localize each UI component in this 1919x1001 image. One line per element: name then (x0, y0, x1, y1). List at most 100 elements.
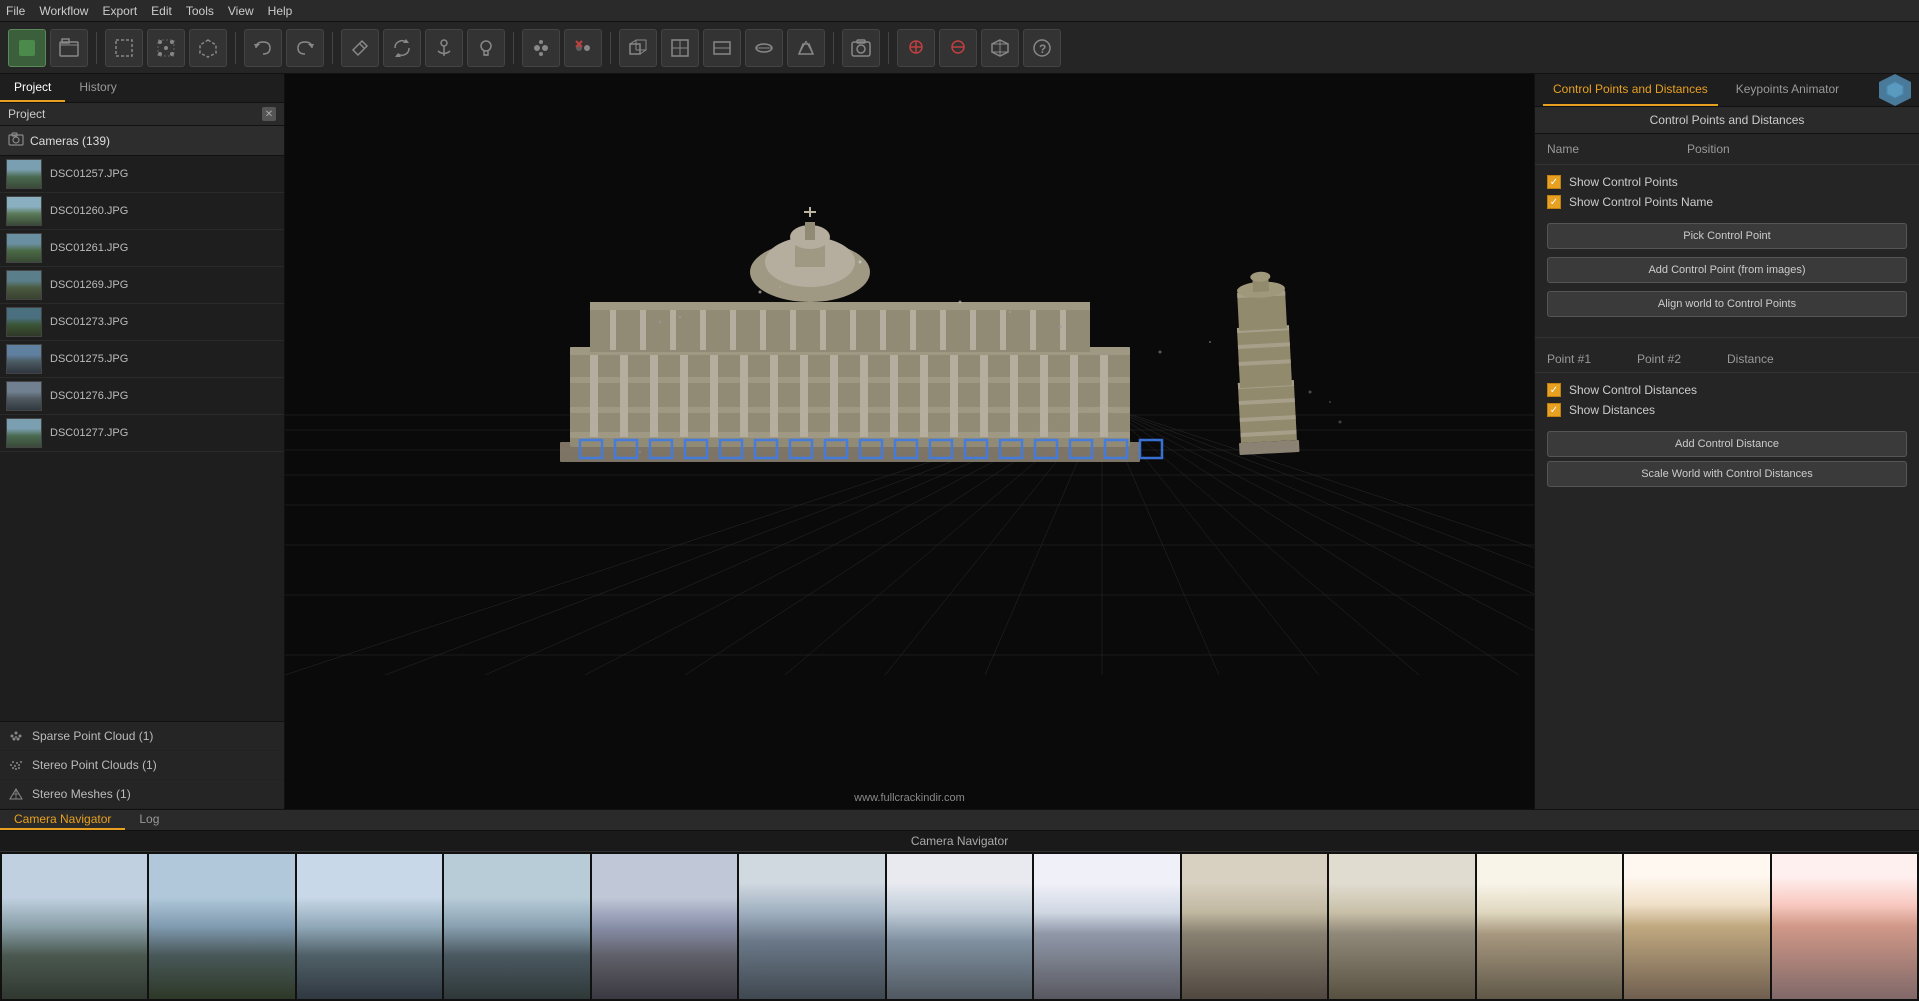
redo-button[interactable] (286, 29, 324, 67)
menu-help[interactable]: Help (268, 4, 293, 18)
show-cp-name-label: Show Control Points Name (1569, 195, 1713, 209)
camera-icon (8, 131, 24, 150)
dist-col-pt2: Point #2 (1637, 352, 1717, 366)
open-button[interactable] (50, 29, 88, 67)
show-cp-name-row[interactable]: Show Control Points Name (1547, 195, 1907, 209)
sep3 (332, 32, 333, 64)
list-item[interactable]: DSC01276.JPG (0, 378, 284, 415)
nav-thumb-1[interactable] (149, 854, 294, 999)
sparse-cloud-item[interactable]: Sparse Point Cloud (1) (0, 722, 284, 751)
dist-checkboxes: Show Control Distances Show Distances (1535, 373, 1919, 427)
view-top-button[interactable] (745, 29, 783, 67)
show-cp-checkbox[interactable] (1547, 175, 1561, 189)
list-item[interactable]: DSC01277.JPG (0, 415, 284, 452)
refresh-button[interactable] (383, 29, 421, 67)
tab-control-points[interactable]: Control Points and Distances (1543, 74, 1718, 106)
nav-thumb-6[interactable] (887, 854, 1032, 999)
tab-history[interactable]: History (65, 74, 130, 102)
nav-thumb-5[interactable] (739, 854, 884, 999)
add-cp-images-button[interactable]: Add Control Point (from images) (1547, 257, 1907, 283)
undo-button[interactable] (244, 29, 282, 67)
del-marker-button[interactable] (939, 29, 977, 67)
sep1 (96, 32, 97, 64)
view-persp-button[interactable] (787, 29, 825, 67)
nav-thumb-0[interactable] (2, 854, 147, 999)
camera-navigator: Camera Navigator (0, 831, 1919, 1001)
menu-workflow[interactable]: Workflow (39, 4, 88, 18)
menu-tools[interactable]: Tools (186, 4, 214, 18)
viewport[interactable]: www.fullcrackindir.com (285, 74, 1534, 809)
menu-export[interactable]: Export (102, 4, 137, 18)
tab-project[interactable]: Project (0, 74, 65, 102)
cameras-section[interactable]: Cameras (139) (0, 126, 284, 156)
list-item[interactable]: DSC01275.JPG (0, 341, 284, 378)
show-cd-checkbox[interactable] (1547, 383, 1561, 397)
anchor-button[interactable] (425, 29, 463, 67)
list-item[interactable]: DSC01269.JPG (0, 267, 284, 304)
dist-col-pt1: Point #1 (1547, 352, 1627, 366)
nav-thumb-7[interactable] (1034, 854, 1179, 999)
menu-edit[interactable]: Edit (151, 4, 172, 18)
dist-col-dist: Distance (1727, 352, 1907, 366)
cam-nav-strip[interactable] (0, 852, 1919, 1001)
hexagon-button[interactable] (1879, 74, 1911, 106)
new-button[interactable] (8, 29, 46, 67)
view-front-button[interactable] (661, 29, 699, 67)
list-item[interactable]: DSC01257.JPG (0, 156, 284, 193)
menu-file[interactable]: File (6, 4, 25, 18)
box-view-button[interactable] (619, 29, 657, 67)
left-panel: Project History Project ✕ Cameras (139) … (0, 74, 285, 809)
stereo-cloud-item[interactable]: Stereo Point Clouds (1) (0, 751, 284, 780)
nav-thumb-10[interactable] (1477, 854, 1622, 999)
add-pts-button[interactable] (522, 29, 560, 67)
nav-thumb-3[interactable] (444, 854, 589, 999)
select-rect-button[interactable] (105, 29, 143, 67)
bulb-button[interactable] (467, 29, 505, 67)
scale-world-button[interactable]: Scale World with Control Distances (1547, 461, 1907, 487)
tab-keypoints-animator[interactable]: Keypoints Animator (1726, 74, 1849, 106)
nav-thumb-2[interactable] (297, 854, 442, 999)
list-item[interactable]: DSC01261.JPG (0, 230, 284, 267)
show-cd-row[interactable]: Show Control Distances (1547, 383, 1907, 397)
show-cp-name-checkbox[interactable] (1547, 195, 1561, 209)
bottom-tab-log[interactable]: Log (125, 810, 173, 830)
align-world-button[interactable]: Align world to Control Points (1547, 291, 1907, 317)
pick-cp-button[interactable]: Pick Control Point (1547, 223, 1907, 249)
show-cp-row[interactable]: Show Control Points (1547, 175, 1907, 189)
add-control-distance-button[interactable]: Add Control Distance (1547, 431, 1907, 457)
cube-button[interactable] (981, 29, 1019, 67)
screenshot-button[interactable] (842, 29, 880, 67)
right-panel: Control Points and Distances Keypoints A… (1534, 74, 1919, 809)
select-poly-button[interactable] (189, 29, 227, 67)
nav-thumb-11[interactable] (1624, 854, 1769, 999)
nav-thumb-12[interactable] (1772, 854, 1917, 999)
panel-close-button[interactable]: ✕ (262, 107, 276, 121)
thumb-2 (6, 233, 42, 263)
nav-thumb-9[interactable] (1329, 854, 1474, 999)
view-side-button[interactable] (703, 29, 741, 67)
menu-view[interactable]: View (228, 4, 254, 18)
camera-list[interactable]: DSC01257.JPG DSC01260.JPG DSC01261.JPG D… (0, 156, 284, 721)
select-pts-button[interactable] (147, 29, 185, 67)
del-pts-button[interactable] (564, 29, 602, 67)
dist-table-header: Point #1 Point #2 Distance (1535, 346, 1919, 373)
thumb-6 (6, 381, 42, 411)
nav-thumb-8[interactable] (1182, 854, 1327, 999)
list-item[interactable]: DSC01260.JPG (0, 193, 284, 230)
sep2 (235, 32, 236, 64)
sep5 (610, 32, 611, 64)
stereo-cloud-icon (8, 757, 24, 773)
thumb-4 (6, 307, 42, 337)
cp-checkboxes: Show Control Points Show Control Points … (1535, 165, 1919, 219)
show-dist-row[interactable]: Show Distances (1547, 403, 1907, 417)
stereo-mesh-item[interactable]: Stereo Meshes (1) (0, 780, 284, 809)
add-marker-r-button[interactable] (897, 29, 935, 67)
tools-button[interactable] (341, 29, 379, 67)
list-item[interactable]: DSC01273.JPG (0, 304, 284, 341)
help-button[interactable]: ? (1023, 29, 1061, 67)
show-dist-checkbox[interactable] (1547, 403, 1561, 417)
pisa-scene (460, 172, 1360, 552)
nav-thumb-4[interactable] (592, 854, 737, 999)
bottom-tab-camera-nav[interactable]: Camera Navigator (0, 810, 125, 830)
cam-nav-title: Camera Navigator (0, 831, 1919, 852)
